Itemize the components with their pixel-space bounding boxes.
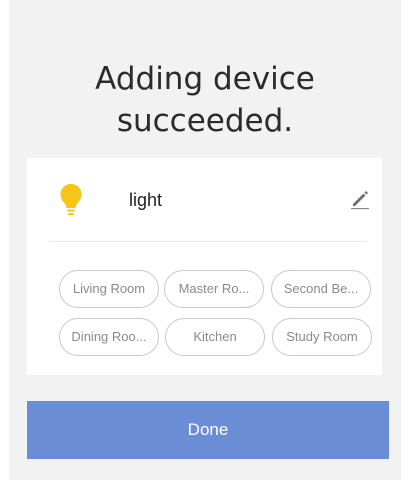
room-chip-dining-room[interactable]: Dining Roo... [59,318,159,356]
title-line-2: succeeded. [116,103,294,139]
device-name: light [129,190,163,210]
add-device-success-screen: Adding device succeeded. light Living Ro… [9,0,401,480]
page-title: Adding device succeeded. [9,58,401,142]
room-chip-living-room[interactable]: Living Room [59,270,159,308]
room-chip-master-room[interactable]: Master Ro... [164,270,264,308]
room-chip-kitchen[interactable]: Kitchen [165,318,265,356]
divider [49,241,367,242]
pencil-icon[interactable] [349,188,371,210]
title-line-1: Adding device [95,61,315,97]
lightbulb-icon [60,184,82,215]
room-chip-second-bedroom[interactable]: Second Be... [271,270,371,308]
done-button[interactable]: Done [27,401,389,459]
room-chip-study-room[interactable]: Study Room [272,318,372,356]
device-card: light Living Room Master Ro... Second Be… [27,158,382,375]
device-row: light [27,158,382,240]
